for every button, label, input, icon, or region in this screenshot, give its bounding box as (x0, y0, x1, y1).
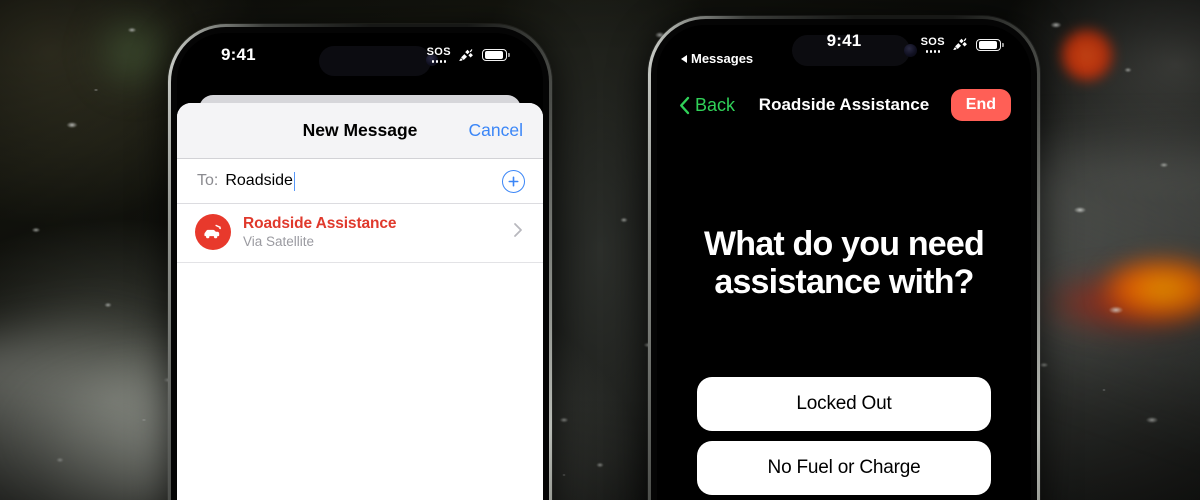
left-status-bar: 9:41 SOS (177, 33, 543, 77)
add-contact-plus-icon[interactable] (502, 169, 525, 193)
back-label: Back (695, 94, 736, 115)
contact-text-block: Roadside Assistance Via Satellite (243, 215, 397, 249)
nav-bar: Back Roadside Assistance End (657, 81, 1031, 129)
left-phone-screen: 9:41 SOS New Message Cancel To: Roadside… (177, 33, 543, 500)
back-to-messages-button[interactable]: Messages (681, 51, 753, 66)
cancel-button[interactable]: Cancel (469, 120, 523, 141)
sheet-nav-bar: New Message Cancel (177, 103, 543, 159)
satellite-icon (953, 38, 967, 51)
screenshot-stage: 9:41 SOS New Message Cancel To: Roadside… (0, 0, 1200, 500)
status-time: 9:41 (221, 45, 256, 64)
contact-suggestion-row[interactable]: Roadside Assistance Via Satellite (177, 204, 543, 263)
to-label: To: (197, 172, 219, 189)
status-indicators: SOS (427, 47, 510, 63)
text-cursor (293, 171, 296, 191)
status-indicators: SOS (921, 37, 1004, 53)
battery-icon (482, 48, 510, 62)
assistance-prompt: What do you need assistance with? (704, 225, 985, 302)
sos-icon: SOS (921, 37, 945, 53)
assistance-choice-list: Locked Out No Fuel or Charge (697, 377, 991, 495)
sos-label: SOS (920, 36, 945, 48)
sos-icon: SOS (427, 47, 451, 63)
choice-locked-out[interactable]: Locked Out (697, 377, 991, 431)
back-button[interactable]: Back (679, 95, 735, 116)
recipient-field-row[interactable]: To: Roadside (177, 159, 543, 204)
chevron-left-icon (680, 96, 690, 114)
back-to-messages-label: Messages (691, 51, 754, 66)
page-title: Roadside Assistance (758, 95, 930, 114)
status-time: 9:41 (826, 31, 862, 50)
battery-icon (976, 38, 1004, 51)
roadside-car-icon (195, 214, 231, 250)
satellite-icon (459, 48, 473, 61)
contact-subtitle: Via Satellite (243, 234, 315, 249)
contact-name: Roadside Assistance (243, 215, 397, 232)
sos-signal-dots (431, 60, 447, 63)
back-triangle-icon (681, 54, 687, 63)
sos-signal-dots (925, 50, 941, 53)
new-message-sheet: New Message Cancel To: Roadside Roadside… (177, 103, 543, 500)
choice-no-fuel-or-charge[interactable]: No Fuel or Charge (697, 441, 991, 495)
left-phone-device: 9:41 SOS New Message Cancel To: Roadside… (168, 24, 552, 500)
end-button[interactable]: End (950, 89, 1011, 121)
right-phone-device: 9:41 SOS Messages Back Roadside Assistan… (648, 16, 1040, 500)
sos-label: SOS (426, 46, 451, 59)
right-phone-screen: 9:41 SOS Messages Back Roadside Assistan… (657, 25, 1031, 500)
chevron-right-icon[interactable] (513, 222, 523, 243)
recipient-input[interactable]: Roadside (225, 172, 293, 190)
sheet-title: New Message (302, 120, 418, 140)
